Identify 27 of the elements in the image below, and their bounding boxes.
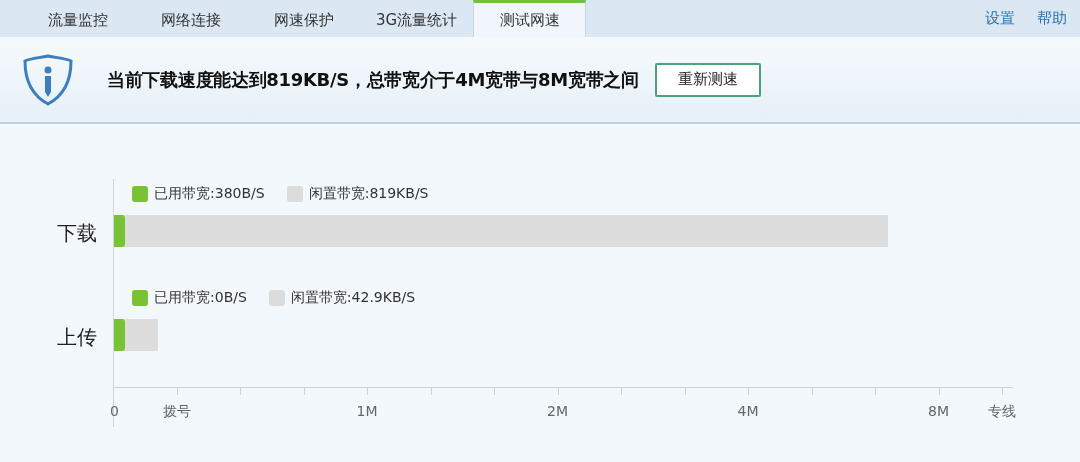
speed-result-text: 当前下载速度能达到819KB/S，总带宽介于4M宽带与8M宽带之间: [107, 67, 639, 92]
legend-swatch: [286, 186, 303, 202]
legend-text: 闲置带宽:42.9KB/S: [290, 289, 416, 307]
tab[interactable]: 流量监控: [21, 3, 134, 37]
axis-label: 0: [110, 403, 119, 419]
axis-label: 1M: [356, 403, 378, 419]
shield-info-icon: [23, 53, 73, 106]
row-label: 下载: [56, 220, 98, 247]
legend-swatch: [268, 290, 285, 306]
header-link[interactable]: 帮助: [1037, 9, 1067, 28]
axis-label: 8M: [928, 403, 949, 419]
axis-label: 拨号: [162, 403, 191, 421]
tab[interactable]: 网络连接: [134, 3, 247, 37]
tab[interactable]: 3G流量统计: [360, 3, 473, 37]
legend-text: 已用带宽:0B/S: [154, 289, 247, 307]
header-link[interactable]: 设置: [985, 9, 1015, 28]
legend-text: 闲置带宽:819KB/S: [308, 185, 429, 203]
tab[interactable]: 网速保护: [247, 3, 360, 37]
axis-label: 2M: [547, 403, 568, 419]
tab[interactable]: 测试网速: [473, 0, 586, 37]
legend-text: 已用带宽:380B/S: [154, 185, 265, 203]
axis-label: 专线: [988, 403, 1016, 421]
legend-swatch: [132, 186, 148, 202]
legend-swatch: [132, 290, 148, 306]
row-label: 上传: [56, 324, 98, 351]
retest-button[interactable]: 重新测速: [654, 62, 761, 97]
axis-label: 4M: [737, 403, 759, 419]
